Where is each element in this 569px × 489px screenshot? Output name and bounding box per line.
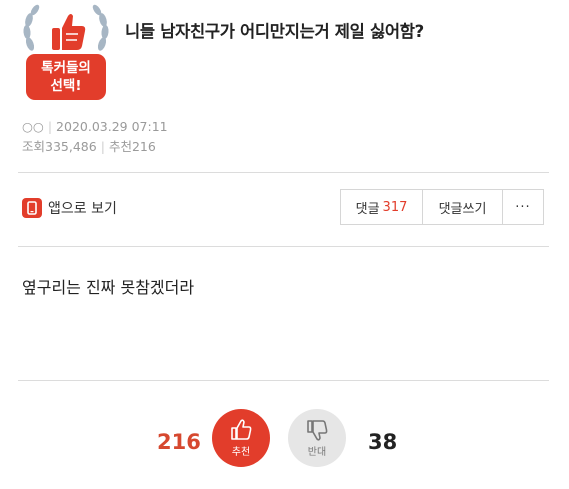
badge-line-2: 선택! — [50, 78, 82, 94]
write-comment-button[interactable]: 댓글쓰기 — [423, 190, 503, 224]
meta-separator: | — [47, 119, 53, 134]
app-icon — [22, 198, 42, 218]
post-title: 니들 남자친구가 어디만지는거 제일 싫어함? — [125, 22, 424, 41]
post-meta: ○○ | 2020.03.29 07:11 조회335,486 | 추천216 — [22, 117, 168, 157]
app-view-label: 앱으로 보기 — [48, 201, 117, 217]
meta-separator: | — [100, 139, 105, 154]
recommend-label: 추천 — [108, 139, 132, 154]
comments-count: 317 — [382, 199, 408, 215]
author-name[interactable]: ○○ — [22, 119, 44, 134]
comment-actions: 댓글 317 댓글쓰기 ··· — [340, 189, 544, 225]
downvote-button[interactable]: 반대 — [288, 409, 346, 467]
recommend-count: 216 — [131, 139, 156, 154]
views-count: 335,486 — [45, 139, 97, 154]
thumbs-down-icon — [307, 420, 328, 441]
comments-button[interactable]: 댓글 317 — [341, 190, 423, 224]
vote-section: 216 추천 반대 38 — [0, 405, 569, 475]
choice-badge: 톡커들의 선택! — [20, 4, 112, 100]
upvote-count: 216 — [157, 430, 201, 454]
post-datetime: 2020.03.29 07:11 — [56, 119, 168, 134]
downvote-count: 38 — [368, 430, 398, 454]
more-options-button[interactable]: ··· — [503, 190, 543, 224]
app-view-link[interactable]: 앱으로 보기 — [22, 198, 117, 218]
divider — [18, 246, 549, 247]
badge-line-1: 톡커들의 — [41, 60, 91, 76]
upvote-button[interactable]: 추천 — [212, 409, 270, 467]
divider — [18, 380, 549, 381]
thumbs-up-icon — [231, 419, 252, 440]
choice-badge-label: 톡커들의 선택! — [26, 54, 106, 100]
comments-label: 댓글 — [355, 201, 380, 217]
divider — [18, 172, 549, 173]
post-body: 옆구리는 진짜 못참겠더라 — [22, 278, 195, 297]
upvote-label: 추천 — [231, 447, 251, 458]
downvote-label: 반대 — [307, 447, 327, 458]
views-label: 조회 — [22, 139, 46, 154]
